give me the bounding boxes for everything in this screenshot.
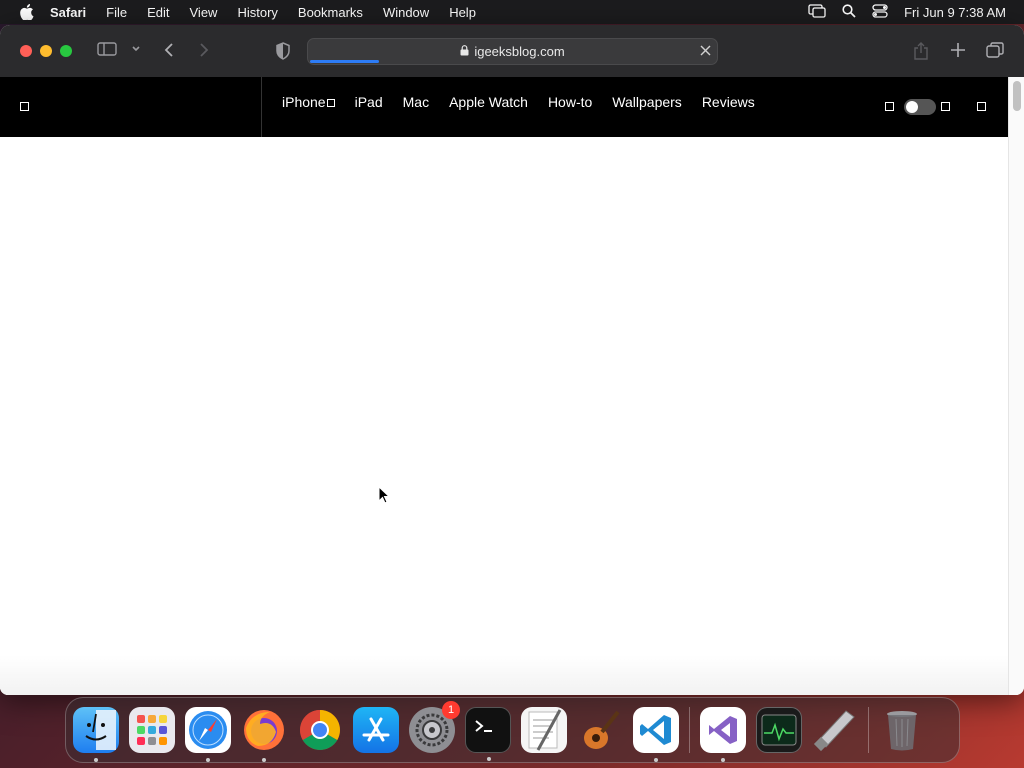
menu-file[interactable]: File bbox=[106, 5, 127, 20]
vscode-icon[interactable] bbox=[633, 707, 679, 762]
light-mode-icon[interactable] bbox=[885, 102, 894, 111]
safari-icon[interactable] bbox=[185, 707, 231, 762]
maximize-window-button[interactable] bbox=[60, 45, 72, 57]
dock-separator bbox=[689, 707, 690, 753]
nav-link-reviews[interactable]: Reviews bbox=[702, 94, 755, 110]
content-bottom-fade bbox=[0, 655, 1008, 695]
activity-monitor-icon[interactable] bbox=[756, 707, 802, 753]
xcode-instruments-icon[interactable] bbox=[812, 707, 858, 753]
running-indicator bbox=[94, 758, 98, 762]
nav-link-wallpapers[interactable]: Wallpapers bbox=[612, 94, 682, 110]
running-indicator bbox=[262, 758, 266, 762]
stop-loading-icon[interactable] bbox=[700, 43, 711, 59]
menu-help[interactable]: Help bbox=[449, 5, 476, 20]
site-menu-icon[interactable] bbox=[20, 102, 29, 111]
menu-app-safari[interactable]: Safari bbox=[50, 5, 86, 20]
running-indicator bbox=[487, 757, 491, 761]
lock-icon bbox=[460, 44, 469, 59]
forward-icon[interactable] bbox=[198, 42, 210, 63]
page-load-progress-bar bbox=[310, 60, 379, 63]
menu-bookmarks[interactable]: Bookmarks bbox=[298, 5, 363, 20]
menubar-clock[interactable]: Fri Jun 9 7:38 AM bbox=[904, 5, 1006, 20]
app-store-icon[interactable] bbox=[353, 707, 399, 753]
browser-toolbar: igeeksblog.com bbox=[0, 25, 1024, 77]
header-divider bbox=[261, 77, 262, 137]
running-indicator bbox=[206, 758, 210, 762]
dock-separator bbox=[868, 707, 869, 753]
textedit-icon[interactable] bbox=[521, 707, 567, 753]
control-center-icon[interactable] bbox=[872, 3, 888, 21]
firefox-icon[interactable] bbox=[241, 707, 287, 762]
terminal-icon[interactable] bbox=[465, 707, 511, 761]
tab-overview-icon[interactable] bbox=[986, 42, 1004, 63]
finder-icon[interactable] bbox=[73, 707, 119, 762]
garageband-icon[interactable] bbox=[577, 707, 623, 753]
page-scrollbar[interactable] bbox=[1008, 77, 1024, 695]
running-indicator bbox=[654, 758, 658, 762]
notification-badge: 1 bbox=[442, 701, 460, 719]
back-icon[interactable] bbox=[163, 42, 175, 63]
page-content bbox=[0, 137, 1008, 695]
menu-history[interactable]: History bbox=[237, 5, 277, 20]
search-icon[interactable] bbox=[977, 102, 986, 111]
chevron-down-icon[interactable] bbox=[131, 42, 141, 61]
menu-view[interactable]: View bbox=[190, 5, 218, 20]
launchpad-icon[interactable] bbox=[129, 707, 175, 753]
apple-icon[interactable] bbox=[18, 4, 36, 20]
site-header: iPhone iPad Mac Apple Watch How-to Wallp… bbox=[0, 77, 1024, 137]
nav-link-how-to[interactable]: How-to bbox=[548, 94, 592, 110]
trash-icon[interactable] bbox=[879, 707, 925, 753]
nav-link-ipad[interactable]: iPad bbox=[355, 94, 383, 110]
visual-studio-icon[interactable] bbox=[700, 707, 746, 762]
dark-mode-icon[interactable] bbox=[941, 102, 950, 111]
nav-link-mac[interactable]: Mac bbox=[403, 94, 429, 110]
menu-bar: Safari File Edit View History Bookmarks … bbox=[0, 0, 1024, 24]
nav-link-iphone-label: iPhone bbox=[282, 94, 326, 110]
address-bar[interactable]: igeeksblog.com bbox=[307, 38, 718, 65]
url-text[interactable]: igeeksblog.com bbox=[474, 44, 564, 59]
dark-mode-toggle[interactable] bbox=[904, 99, 936, 115]
dropdown-icon bbox=[326, 99, 335, 107]
menu-edit[interactable]: Edit bbox=[147, 5, 169, 20]
sidebar-toggle-icon[interactable] bbox=[97, 42, 117, 61]
nav-link-iphone[interactable]: iPhone bbox=[282, 94, 335, 110]
menu-window[interactable]: Window bbox=[383, 5, 429, 20]
nav-link-apple-watch[interactable]: Apple Watch bbox=[449, 94, 528, 110]
mouse-cursor bbox=[378, 485, 391, 509]
system-settings-icon[interactable]: 1 bbox=[409, 701, 460, 753]
close-window-button[interactable] bbox=[20, 45, 32, 57]
share-icon[interactable] bbox=[913, 42, 929, 65]
screen-mirroring-icon[interactable] bbox=[808, 3, 826, 21]
dock: 1 bbox=[65, 697, 960, 763]
scrollbar-thumb[interactable] bbox=[1013, 81, 1021, 111]
running-indicator bbox=[721, 758, 725, 762]
window-controls bbox=[20, 45, 72, 57]
new-tab-icon[interactable] bbox=[950, 42, 966, 63]
spotlight-search-icon[interactable] bbox=[842, 3, 856, 21]
privacy-shield-icon[interactable] bbox=[275, 42, 291, 65]
minimize-window-button[interactable] bbox=[40, 45, 52, 57]
chrome-icon[interactable] bbox=[297, 707, 343, 753]
safari-window: igeeksblog.com iPhone iPad Mac Apple Wat… bbox=[0, 25, 1024, 695]
site-nav: iPhone iPad Mac Apple Watch How-to Wallp… bbox=[282, 94, 755, 110]
